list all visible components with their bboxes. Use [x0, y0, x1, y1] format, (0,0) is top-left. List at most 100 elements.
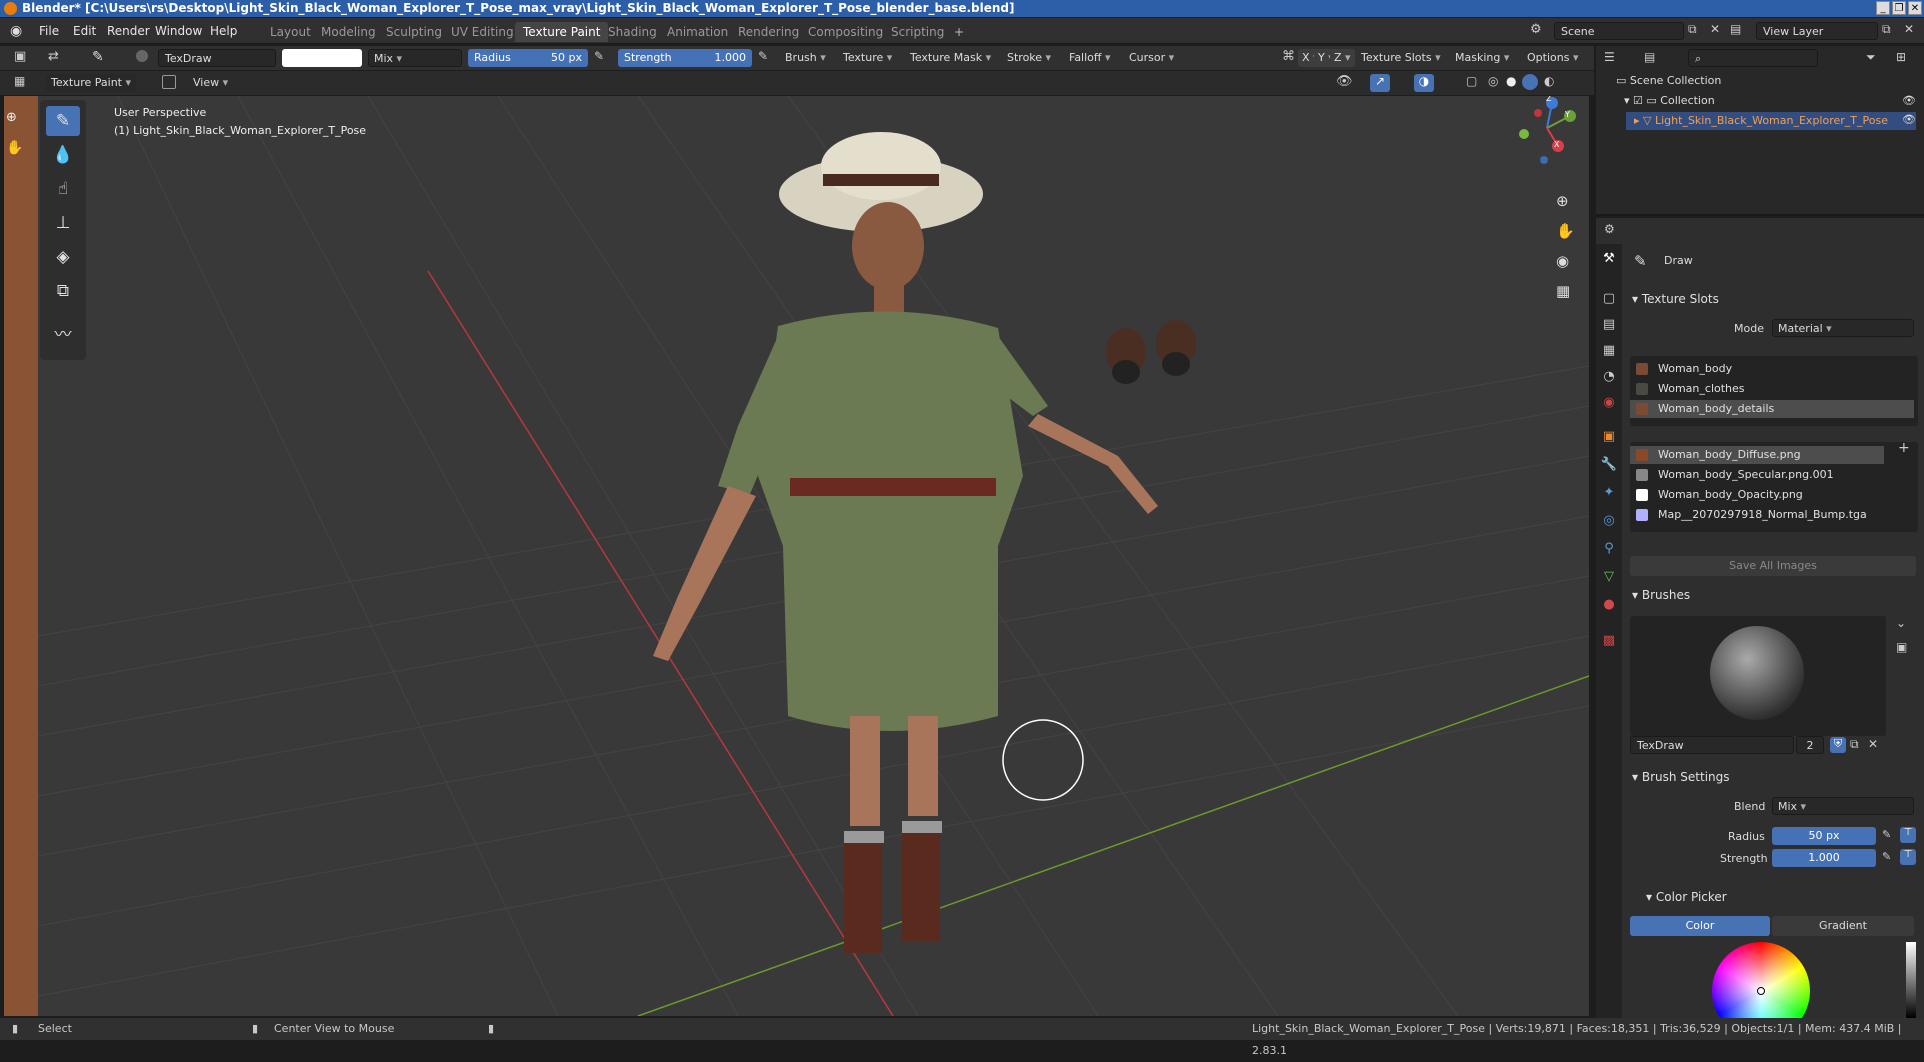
- filter-icon[interactable]: ⏷: [1866, 50, 1876, 65]
- texture-mask-menu[interactable]: Texture Mask: [905, 49, 996, 67]
- navigation-gizmo[interactable]: [1519, 97, 1576, 164]
- close-button[interactable]: ✕: [1908, 1, 1922, 15]
- mask-tool-icon[interactable]: ⧉: [46, 276, 80, 306]
- tab-uv-editing[interactable]: UV Editing: [443, 22, 522, 42]
- menu-file[interactable]: File: [32, 22, 66, 40]
- data-tab-icon[interactable]: ▽: [1600, 568, 1618, 586]
- fake-user-icon[interactable]: ⛨: [1830, 737, 1846, 753]
- duplicate-brush-icon[interactable]: ⧉: [1850, 737, 1859, 752]
- list-item[interactable]: Woman_body_Specular.png.001: [1630, 466, 1884, 484]
- masking-menu[interactable]: Masking: [1450, 49, 1514, 67]
- blender-menu-icon[interactable]: ◉: [10, 22, 28, 40]
- strength-pressure-icon[interactable]: ✎: [758, 49, 768, 63]
- particles-tab-icon[interactable]: ✦: [1600, 484, 1618, 502]
- tab-animation[interactable]: Animation: [659, 22, 736, 42]
- blend-dropdown[interactable]: Mix: [1772, 797, 1914, 815]
- menu-help[interactable]: Help: [203, 22, 244, 40]
- draw-tool-icon[interactable]: ✎: [46, 106, 80, 136]
- scene-field[interactable]: Scene: [1554, 22, 1684, 40]
- color-tab[interactable]: Color: [1630, 916, 1770, 936]
- properties-editor-icon[interactable]: ⚙: [1604, 222, 1615, 236]
- modifier-tab-icon[interactable]: 🔧: [1600, 456, 1618, 474]
- view-menu[interactable]: View: [188, 74, 233, 92]
- tab-sculpting[interactable]: Sculpting: [378, 22, 450, 42]
- tab-shading[interactable]: Shading: [600, 22, 665, 42]
- tab-texture-paint[interactable]: Texture Paint: [515, 22, 609, 42]
- color-wheel-container[interactable]: [1712, 942, 1810, 1018]
- tool-tab-icon[interactable]: ⚒: [1600, 250, 1618, 268]
- clone-tool-icon[interactable]: ⊥: [46, 208, 80, 238]
- fill-tool-icon[interactable]: ◈: [46, 242, 80, 272]
- texture-slots-header[interactable]: ▾ Texture Slots: [1626, 288, 1719, 310]
- save-all-images-button[interactable]: Save All Images: [1630, 556, 1916, 576]
- strength-slider[interactable]: Strength 1.000: [618, 49, 752, 67]
- texture-tab-icon[interactable]: ▩: [1600, 632, 1618, 650]
- 3d-viewport[interactable]: Z Y X User Perspective (1) Light_Skin_Bl…: [38, 96, 1589, 1016]
- brush-name-field[interactable]: TexDraw: [158, 49, 276, 67]
- brush-preview-box[interactable]: [1630, 616, 1886, 736]
- stroke-menu[interactable]: Stroke: [1002, 49, 1056, 67]
- color-picker-header[interactable]: ▾ Color Picker: [1640, 886, 1727, 908]
- annotate-tool-icon[interactable]: 〰: [46, 320, 80, 350]
- add-texture-slot-icon[interactable]: +: [1898, 440, 1910, 456]
- brush-settings-header[interactable]: ▾ Brush Settings: [1626, 766, 1730, 788]
- display-mode-icon[interactable]: ▤: [1644, 50, 1655, 64]
- overlay-toggle-icon[interactable]: ◑: [1414, 74, 1434, 92]
- view-layer-tab-icon[interactable]: ▦: [1600, 342, 1618, 360]
- options-menu[interactable]: Options: [1522, 49, 1583, 67]
- rendered-shading-icon[interactable]: ◐: [1544, 74, 1554, 88]
- list-item[interactable]: Woman_body_Opacity.png: [1630, 486, 1884, 504]
- brush-menu[interactable]: Brush: [780, 49, 831, 67]
- wireframe-shading-icon[interactable]: ◎: [1488, 74, 1498, 88]
- outliner-editor-icon[interactable]: ☰: [1604, 50, 1615, 64]
- unlink-brush-icon[interactable]: ✕: [1868, 737, 1878, 751]
- object-tab-icon[interactable]: ▣: [1600, 428, 1618, 446]
- list-item[interactable]: Woman_body_Diffuse.png: [1630, 446, 1884, 464]
- perspective-toggle-icon[interactable]: ▦: [1556, 282, 1570, 300]
- tab-scripting[interactable]: Scripting: [883, 22, 952, 42]
- list-item[interactable]: Map__2070297918_Normal_Bump.tga: [1630, 506, 1884, 524]
- object-visibility-icon[interactable]: 👁: [1902, 113, 1916, 126]
- expand-arrow-icon[interactable]: ▸: [1634, 114, 1643, 127]
- solid-shading-icon[interactable]: ●: [1506, 74, 1516, 88]
- brush-menu-icon[interactable]: ⌄: [1896, 616, 1906, 630]
- material-tab-icon[interactable]: ●: [1600, 596, 1618, 614]
- visibility-icon[interactable]: 👁: [1336, 74, 1353, 89]
- brush-icon[interactable]: ✎: [92, 49, 104, 65]
- view-layer-field[interactable]: View Layer: [1756, 22, 1878, 40]
- material-preview-shading-icon[interactable]: [1522, 74, 1538, 90]
- collection-visibility-icon[interactable]: 👁: [1902, 94, 1916, 107]
- editor-type-icon[interactable]: ▣: [14, 49, 26, 64]
- list-item[interactable]: Woman_body: [1630, 360, 1914, 378]
- mode-dropdown[interactable]: Texture Paint: [46, 74, 137, 92]
- new-view-layer-icon[interactable]: ⧉: [1882, 22, 1891, 37]
- camera-icon[interactable]: ◉: [1556, 252, 1569, 270]
- tab-layout[interactable]: Layout: [262, 22, 319, 42]
- smear-tool-icon[interactable]: ☝: [46, 174, 80, 204]
- strength-field[interactable]: 1.000: [1772, 849, 1876, 867]
- radius-field[interactable]: 50 px: [1772, 827, 1876, 845]
- texture-slots-menu[interactable]: Texture Slots: [1356, 49, 1446, 67]
- xray-toggle-icon[interactable]: ▢: [1466, 74, 1477, 88]
- brushes-header[interactable]: ▾ Brushes: [1626, 584, 1690, 606]
- falloff-menu[interactable]: Falloff: [1064, 49, 1116, 67]
- gizmo-toggle-icon[interactable]: ↗: [1370, 74, 1390, 92]
- tab-rendering[interactable]: Rendering: [730, 22, 807, 42]
- menu-edit[interactable]: Edit: [66, 22, 103, 40]
- brush-color-swatch[interactable]: [282, 49, 362, 67]
- physics-tab-icon[interactable]: ◎: [1600, 512, 1618, 530]
- remove-scene-icon[interactable]: ✕: [1710, 22, 1720, 36]
- mask-toggle-icon[interactable]: [162, 75, 176, 89]
- color-wheel[interactable]: [1712, 942, 1810, 1018]
- new-scene-icon[interactable]: ⧉: [1688, 22, 1697, 37]
- outliner-search-input[interactable]: ⌕: [1688, 49, 1818, 67]
- brush-settings-icon[interactable]: ▣: [1896, 640, 1907, 654]
- minimize-button[interactable]: _: [1876, 1, 1890, 15]
- render-tab-icon[interactable]: ▢: [1600, 290, 1618, 308]
- hand-icon[interactable]: ✋: [6, 140, 23, 156]
- new-collection-icon[interactable]: ⊞: [1896, 50, 1906, 64]
- maximize-button[interactable]: ❐: [1892, 1, 1906, 15]
- radius-unit-icon[interactable]: ⊤: [1900, 827, 1916, 843]
- zoom-icon[interactable]: ⊕: [1556, 192, 1569, 210]
- list-item[interactable]: Woman_clothes: [1630, 380, 1914, 398]
